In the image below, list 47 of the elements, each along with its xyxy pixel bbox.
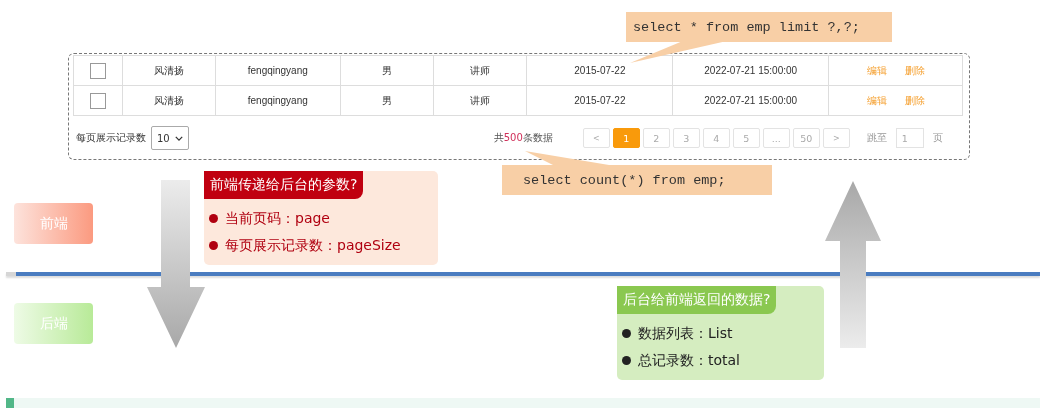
bullet-icon — [622, 356, 631, 365]
table-cell: fengqingyang — [215, 85, 341, 116]
checkbox[interactable] — [89, 92, 106, 109]
page-unit-label: 页 — [932, 131, 943, 145]
page-button[interactable]: 2 — [642, 128, 670, 148]
checkbox[interactable] — [89, 62, 106, 79]
table-cell: 风清扬 — [122, 55, 216, 86]
page-size-label: 每页展示记录数 — [76, 131, 146, 145]
bullet-icon — [622, 329, 631, 338]
jump-label: 跳至 — [866, 131, 887, 145]
table-cell: 讲师 — [433, 85, 527, 116]
page-button[interactable]: 3 — [672, 128, 700, 148]
action-link[interactable]: 编辑 — [866, 94, 887, 106]
table-cell: 2022-07-21 15:00:00 — [672, 55, 829, 86]
bullet-icon — [209, 214, 218, 223]
note-title: 前端传递给后台的参数? — [204, 171, 364, 199]
table-cell: 2022-07-21 15:00:00 — [672, 85, 829, 116]
action-link[interactable]: 删除 — [904, 94, 925, 106]
note-text: 数据列表：List — [638, 324, 733, 343]
note-text: 每页展示记录数：pageSize — [225, 236, 401, 255]
table-cell: 风清扬 — [122, 85, 216, 116]
page-button[interactable]: 4 — [702, 128, 730, 148]
table-cell: 男 — [340, 55, 434, 86]
down-arrow-icon — [147, 180, 205, 348]
action-link[interactable]: 编辑 — [866, 64, 887, 76]
action-link[interactable]: 删除 — [904, 64, 925, 76]
bullet-icon — [209, 241, 218, 250]
layer-label: 前端 — [14, 203, 93, 244]
page-button[interactable]: 50 — [792, 128, 820, 148]
layer-label: 后端 — [14, 303, 93, 344]
total-count-text: 共500条数据 — [493, 131, 553, 145]
caret-icon — [174, 135, 183, 141]
note-title: 后台给前端返回的数据? — [617, 286, 777, 314]
note-text: 总记录数：total — [638, 351, 740, 370]
up-arrow-icon — [825, 181, 881, 348]
table-cell: fengqingyang — [215, 55, 341, 86]
table-cell: 男 — [340, 85, 434, 116]
page-input-field[interactable]: 1 — [895, 128, 924, 148]
page-button[interactable]: 5 — [732, 128, 760, 148]
table-cell: 2015-07-22 — [527, 85, 673, 116]
table-cell: 讲师 — [433, 55, 527, 86]
page-size-select[interactable]: 10 — [151, 126, 189, 150]
page-arrow-button[interactable]: > — [822, 128, 850, 148]
note-text: 当前页码：page — [225, 209, 330, 228]
page-button[interactable]: ... — [762, 128, 790, 148]
page-button[interactable]: 1 — [612, 128, 640, 148]
page-arrow-button[interactable]: < — [582, 128, 610, 148]
